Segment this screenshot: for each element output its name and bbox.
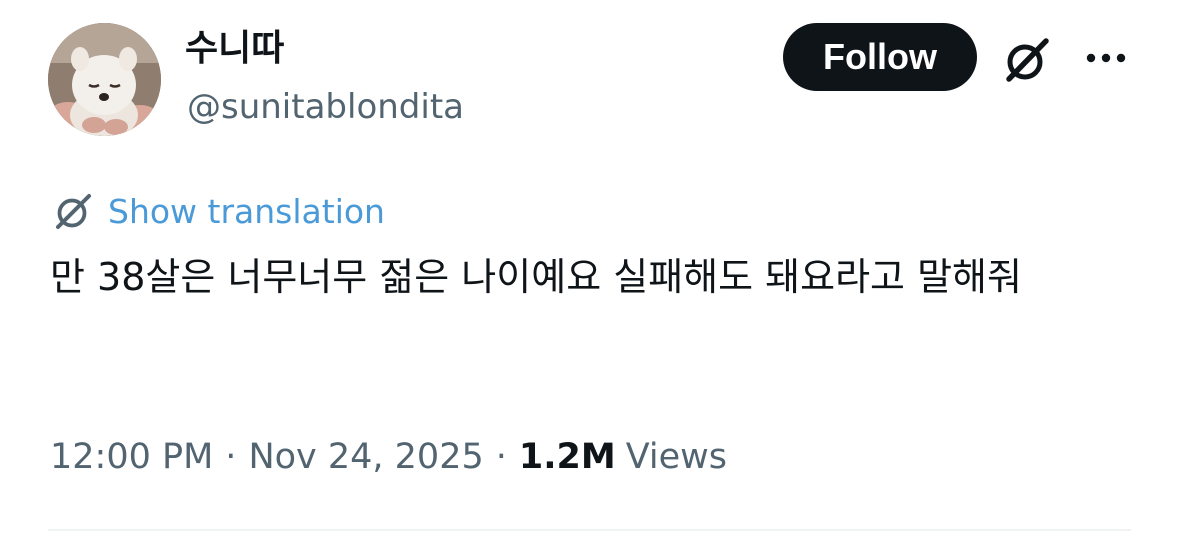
display-name[interactable]: 수니따 (185, 26, 284, 72)
views-count[interactable]: 1.2M (519, 437, 616, 477)
views-label: Views (625, 437, 728, 477)
separator-dot: · (225, 437, 237, 477)
tweet-date[interactable]: Nov 24, 2025 (248, 437, 483, 477)
follow-button[interactable]: Follow (783, 23, 977, 91)
show-translation-button[interactable]: Show translation (50, 186, 385, 236)
grok-icon (56, 194, 91, 229)
grok-icon[interactable] (1000, 33, 1054, 87)
avatar[interactable] (48, 23, 161, 136)
show-translation-label: Show translation (108, 191, 385, 231)
tweet-metadata: 12:00 PM · Nov 24, 2025 · 1.2M Views (50, 432, 727, 482)
username-handle[interactable]: @sunitablondita (187, 84, 464, 130)
more-dots-icon[interactable] (1082, 38, 1130, 78)
tweet-text: 만 38살은 너무너무 젊은 나이예요 실패해도 돼요라고 말해줘 (50, 255, 1022, 299)
divider (48, 529, 1131, 531)
tweet-time[interactable]: 12:00 PM (50, 437, 213, 477)
separator-dot: · (495, 437, 507, 477)
